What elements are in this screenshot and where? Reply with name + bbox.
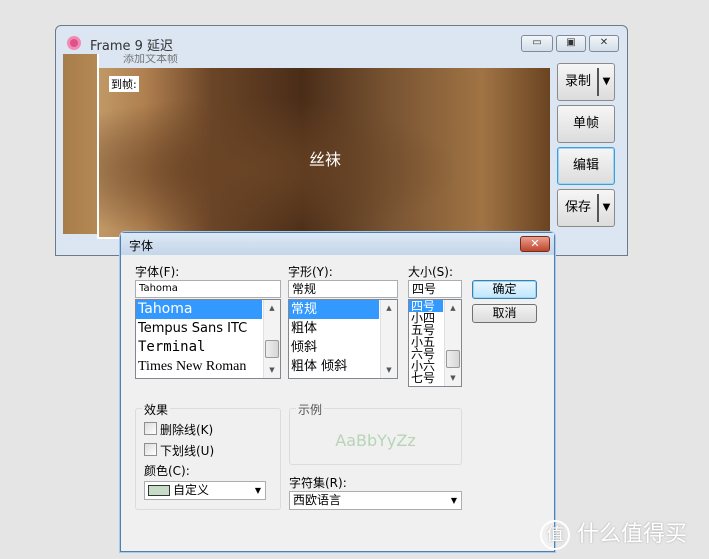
edit-button[interactable]: 编辑 xyxy=(557,147,615,185)
save-button[interactable]: 保存 ▼ xyxy=(557,189,615,227)
scroll-up-icon[interactable]: ▲ xyxy=(381,300,397,316)
inner-window-title: 添加文本帧 xyxy=(99,54,550,68)
cancel-button[interactable]: 取消 xyxy=(472,304,537,323)
scroll-up-icon[interactable]: ▲ xyxy=(445,300,461,316)
frame-label: 到帧: xyxy=(109,76,139,92)
style-item[interactable]: 常规 xyxy=(289,300,379,319)
style-label: 字形(Y): xyxy=(288,265,333,279)
font-dialog: 字体 ✕ 字体(F): Tahoma Tahoma Tempus Sans IT… xyxy=(120,232,555,552)
font-item[interactable]: Tahoma xyxy=(136,300,262,319)
size-list-scrollbar[interactable]: ▲ ▼ xyxy=(444,300,461,386)
watermark-logo-icon: 值 xyxy=(540,520,570,550)
effects-label: 效果 xyxy=(142,401,171,418)
scroll-thumb[interactable] xyxy=(265,340,279,358)
sample-group: 示例 AaBbYyZz xyxy=(289,401,462,465)
effects-group: 效果 删除线(K) 下划线(U) 颜色(C): 自定义 ▼ xyxy=(135,401,281,510)
app-icon xyxy=(67,36,81,50)
color-label: 颜色(C): xyxy=(144,464,190,478)
charset-select[interactable]: 西欧语言 ▼ xyxy=(289,491,462,510)
font-list-scrollbar[interactable]: ▲ ▼ xyxy=(263,300,280,378)
record-label: 录制 xyxy=(565,74,592,89)
save-label: 保存 xyxy=(565,200,592,215)
charset-label: 字符集(R): xyxy=(289,476,347,490)
size-input[interactable]: 四号 xyxy=(408,280,462,298)
underline-checkbox[interactable] xyxy=(144,443,157,456)
sample-text: AaBbYyZz xyxy=(335,431,416,450)
record-button[interactable]: 录制 ▼ xyxy=(557,63,615,101)
font-label: 字体(F): xyxy=(135,265,180,279)
dialog-title: 字体 xyxy=(121,233,554,255)
save-dropdown-icon[interactable]: ▼ xyxy=(597,194,614,222)
main-window: Frame 9 延迟 ▭ ▣ ✕ 添加文本帧 到帧: 丝袜 录制 ▼ 单帧 编辑 … xyxy=(55,25,628,256)
watermark: 值 什么值得买 xyxy=(540,516,687,550)
color-value: 自定义 xyxy=(173,483,210,497)
style-input[interactable]: 常规 xyxy=(288,280,398,298)
maximize-button[interactable]: ▣ xyxy=(556,35,586,52)
add-text-frame-window: 添加文本帧 到帧: 丝袜 xyxy=(97,54,550,239)
overlay-text[interactable]: 丝袜 xyxy=(309,146,341,170)
underline-label[interactable]: 下划线(U) xyxy=(160,442,214,459)
scroll-up-icon[interactable]: ▲ xyxy=(264,300,280,316)
style-list-scrollbar[interactable]: ▲ ▼ xyxy=(380,300,397,378)
font-list[interactable]: Tahoma Tempus Sans ITC Terminal Times Ne… xyxy=(135,299,281,379)
frame-image: 到帧: 丝袜 xyxy=(99,68,550,237)
dropdown-arrow-icon: ▼ xyxy=(450,496,457,505)
font-input[interactable]: Tahoma xyxy=(135,280,281,298)
window-title: Frame 9 延迟 xyxy=(90,39,174,54)
scroll-down-icon[interactable]: ▼ xyxy=(445,370,461,386)
size-list[interactable]: 四号 小四 五号 小五 六号 小六 七号 ▲ ▼ xyxy=(408,299,462,387)
minimize-button[interactable]: ▭ xyxy=(521,35,553,52)
font-item[interactable]: Terminal xyxy=(136,338,280,357)
font-item[interactable]: Times New Roman xyxy=(136,357,280,376)
close-button[interactable]: ✕ xyxy=(589,35,619,52)
color-select[interactable]: 自定义 ▼ xyxy=(144,481,266,500)
size-label: 大小(S): xyxy=(408,265,454,279)
font-item[interactable]: Tempus Sans ITC xyxy=(136,319,280,338)
strikeout-label[interactable]: 删除线(K) xyxy=(160,421,213,438)
style-list[interactable]: 常规 粗体 倾斜 粗体 倾斜 ▲ ▼ xyxy=(288,299,398,379)
sample-label: 示例 xyxy=(296,401,325,418)
scroll-thumb[interactable] xyxy=(446,350,460,368)
scroll-down-icon[interactable]: ▼ xyxy=(264,362,280,378)
ok-button[interactable]: 确定 xyxy=(472,280,537,299)
dialog-close-button[interactable]: ✕ xyxy=(520,236,550,252)
record-dropdown-icon[interactable]: ▼ xyxy=(597,68,614,96)
strikeout-checkbox[interactable] xyxy=(144,422,157,435)
single-frame-button[interactable]: 单帧 xyxy=(557,105,615,143)
scroll-down-icon[interactable]: ▼ xyxy=(381,362,397,378)
color-swatch xyxy=(148,485,170,496)
watermark-text: 什么值得买 xyxy=(577,522,688,547)
charset-value: 西欧语言 xyxy=(293,493,342,507)
dropdown-arrow-icon: ▼ xyxy=(254,486,261,495)
